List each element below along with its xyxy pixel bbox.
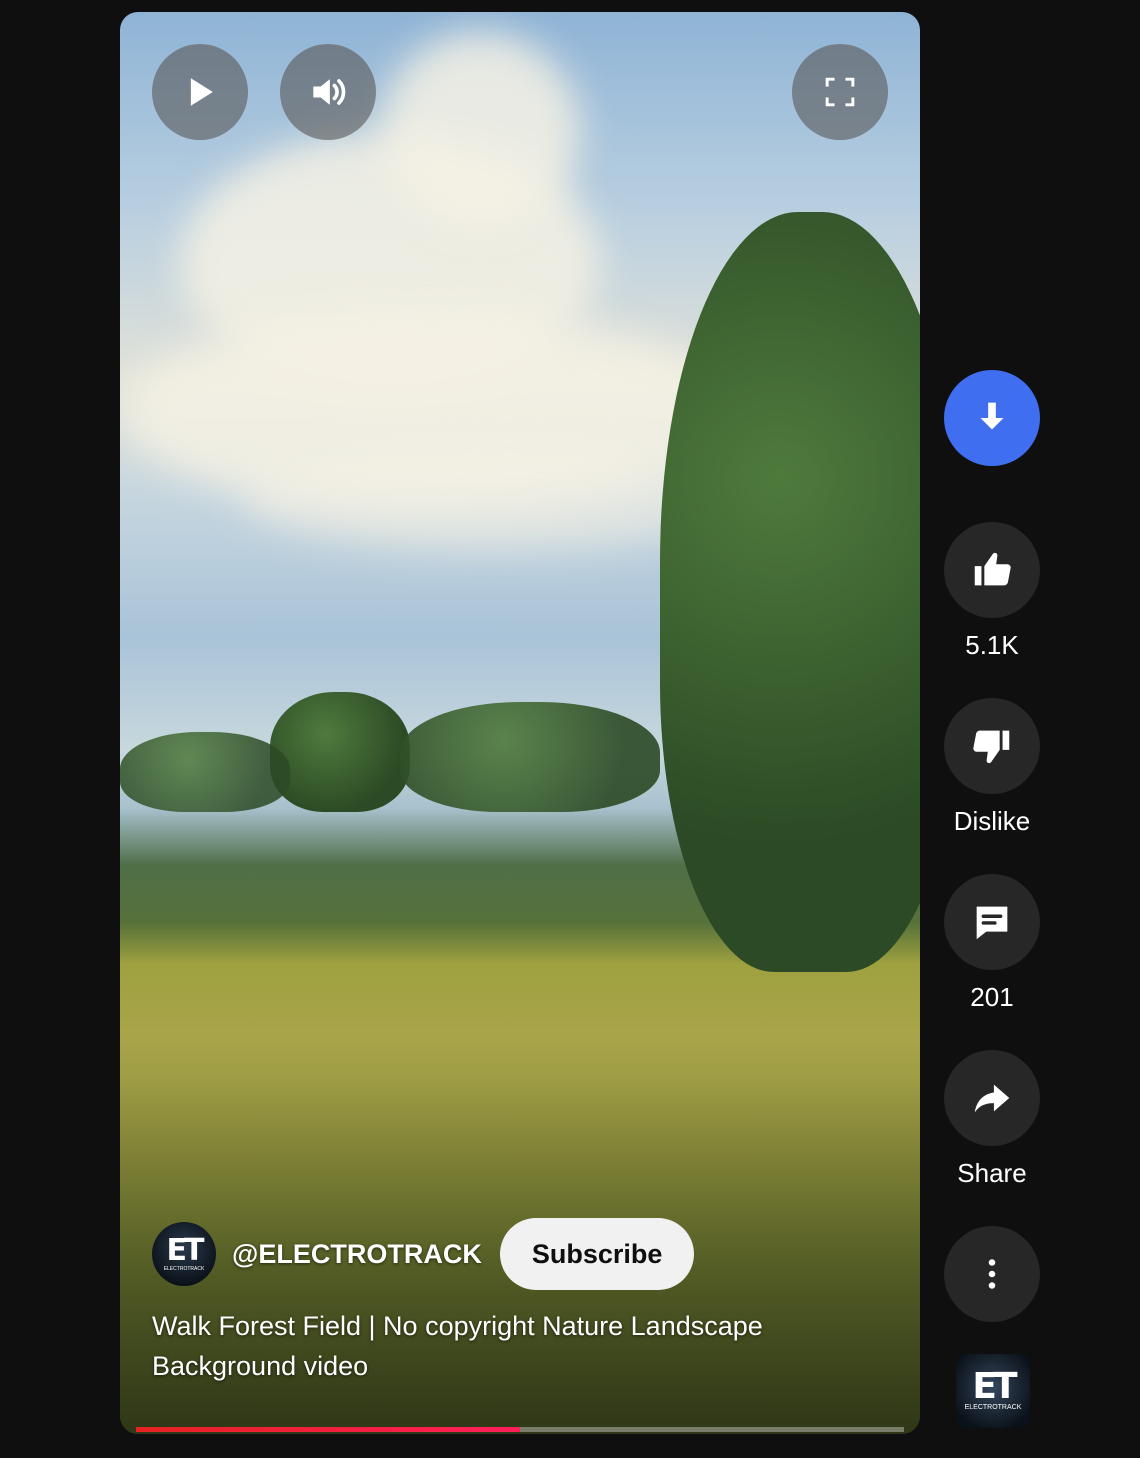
share-button[interactable] [944, 1050, 1040, 1146]
dislike-label: Dislike [953, 806, 1031, 836]
more-vertical-icon [988, 1259, 996, 1289]
fullscreen-icon [825, 77, 855, 107]
video-player[interactable]: ET ELECTROTRACK @ELECTROTRACK Subscribe … [120, 12, 920, 1434]
share-icon [974, 1084, 1010, 1113]
avatar-logo-text: ET [166, 1233, 205, 1268]
thumbnail-logo-text: ET [972, 1366, 1017, 1407]
channel-handle[interactable]: @ELECTROTRACK [232, 1239, 482, 1270]
fullscreen-button[interactable] [792, 44, 888, 140]
volume-icon [313, 79, 346, 105]
progress-bar[interactable] [136, 1427, 904, 1432]
cloud [380, 32, 580, 232]
channel-avatar[interactable]: ET ELECTROTRACK [152, 1222, 216, 1286]
comment-icon [976, 906, 1008, 940]
video-title[interactable]: Walk Forest Field | No copyright Nature … [152, 1306, 832, 1386]
download-button[interactable] [944, 370, 1040, 466]
pine-tree [660, 212, 920, 972]
thumbs-up-icon [974, 552, 1011, 586]
thumbnail-logo-subtext: ELECTROTRACK [964, 1404, 1022, 1411]
more-options-button[interactable] [944, 1226, 1040, 1322]
comment-count: 201 [970, 982, 1014, 1012]
share-label: Share [957, 1158, 1027, 1188]
play-icon [190, 78, 213, 106]
download-icon [980, 402, 1004, 430]
like-count: 5.1K [965, 630, 1019, 660]
pine-tree [400, 702, 660, 812]
channel-row: ET ELECTROTRACK @ELECTROTRACK Subscribe [152, 1218, 695, 1290]
subscribe-button[interactable]: Subscribe [499, 1218, 695, 1290]
pine-tree [120, 732, 290, 812]
thumbs-down-icon [973, 730, 1010, 764]
play-button[interactable] [152, 44, 248, 140]
volume-button[interactable] [280, 44, 376, 140]
progress-bar-fill [136, 1427, 520, 1432]
channel-thumbnail[interactable]: ET ELECTROTRACK [956, 1354, 1030, 1428]
pine-tree [270, 692, 410, 812]
avatar-logo-subtext: ELECTROTRACK [163, 1266, 205, 1272]
dislike-button[interactable] [944, 698, 1040, 794]
like-button[interactable] [944, 522, 1040, 618]
comments-button[interactable] [944, 874, 1040, 970]
